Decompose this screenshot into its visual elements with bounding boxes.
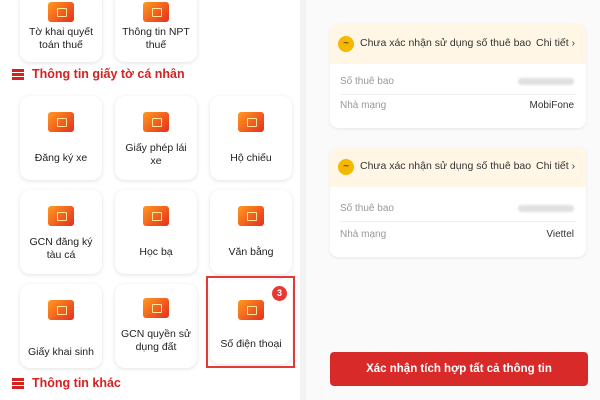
- tile-giay-khai-sinh[interactable]: Giấy khai sinh: [20, 284, 102, 368]
- tile-to-khai-quyet-toan-thue[interactable]: Tờ khai quyết toán thuế: [20, 0, 102, 62]
- tile-gcn-quyen-su-dung-dat[interactable]: GCN quyền sử dụng đất: [115, 284, 197, 368]
- tile-ho-chieu[interactable]: Hộ chiếu: [210, 96, 292, 180]
- carrier-label: Nhà mạng: [340, 229, 387, 240]
- tile-dang-ky-xe[interactable]: Đăng ký xe: [20, 96, 102, 180]
- carrier-label: Nhà mạng: [340, 100, 387, 111]
- subscriber-label: Số thuê bao: [340, 76, 394, 87]
- tile-label: Thông tin NPT thuế: [122, 26, 190, 51]
- subscriber-card-1: ~ Chưa xác nhận sử dụng số thuê bao Chi …: [330, 24, 586, 128]
- tile-label: GCN đăng ký tàu cá: [29, 236, 93, 261]
- birth-certificate-icon: [48, 300, 74, 320]
- tile-label: GCN quyền sử dụng đất: [120, 328, 192, 353]
- card-header: ~ Chưa xác nhận sử dụng số thuê bao Chi …: [330, 24, 586, 64]
- tile-label: Hộ chiếu: [230, 152, 272, 164]
- chevron-right-icon: ›: [571, 37, 576, 49]
- detail-label: Chi tiết: [536, 160, 569, 172]
- warning-icon: ~: [338, 159, 354, 175]
- status-text: Chưa xác nhận sử dụng số thuê bao: [360, 160, 532, 172]
- school-record-icon: [143, 206, 169, 226]
- section-title: Thông tin khác: [32, 376, 121, 390]
- tile-label: Giấy phép lái xe: [125, 142, 187, 167]
- tile-giay-phep-lai-xe[interactable]: Giấy phép lái xe: [115, 96, 197, 180]
- detail-link[interactable]: Chi tiết ›: [536, 160, 575, 172]
- tile-label: Học bạ: [139, 246, 173, 258]
- notification-badge: 3: [272, 286, 287, 301]
- passport-icon: [238, 112, 264, 132]
- detail-link[interactable]: Chi tiết ›: [536, 37, 575, 49]
- subscriber-number-redacted: [518, 78, 574, 85]
- warning-icon: ~: [338, 36, 354, 52]
- fishing-boat-icon: [48, 206, 74, 226]
- section-title: Thông tin giấy tờ cá nhân: [32, 67, 185, 81]
- carrier-value: Viettel: [546, 229, 574, 240]
- row-divider: [340, 94, 576, 95]
- vehicle-registration-icon: [48, 112, 74, 132]
- tile-van-bang[interactable]: Văn bằng: [210, 190, 292, 274]
- subscriber-number-redacted: [518, 205, 574, 212]
- tile-label: Tờ khai quyết toán thuế: [28, 26, 94, 51]
- tile-label: Đăng ký xe: [34, 152, 88, 164]
- tile-gcn-dang-ky-tau-ca[interactable]: GCN đăng ký tàu cá: [20, 190, 102, 274]
- dependents-icon: [143, 2, 169, 22]
- tile-label: Giấy khai sinh: [28, 346, 94, 358]
- tile-hoc-ba[interactable]: Học bạ: [115, 190, 197, 274]
- subscriber-label: Số thuê bao: [340, 203, 394, 214]
- tile-thong-tin-npt-thue[interactable]: Thông tin NPT thuế: [115, 0, 197, 62]
- subscriber-card-2: ~ Chưa xác nhận sử dụng số thuê bao Chi …: [330, 147, 586, 257]
- confirm-all-button[interactable]: Xác nhận tích hợp tất cả thông tin: [330, 352, 588, 386]
- list-icon: [12, 378, 24, 389]
- tile-label: Văn bằng: [228, 246, 274, 258]
- carrier-value: MobiFone: [529, 100, 574, 111]
- list-icon: [12, 69, 24, 80]
- land-use-icon: [143, 298, 169, 318]
- detail-label: Chi tiết: [536, 37, 569, 49]
- row-divider: [340, 221, 576, 222]
- diploma-icon: [238, 206, 264, 226]
- card-header: ~ Chưa xác nhận sử dụng số thuê bao Chi …: [330, 147, 586, 187]
- status-text: Chưa xác nhận sử dụng số thuê bao: [360, 37, 532, 49]
- chevron-right-icon: ›: [571, 160, 576, 172]
- tax-return-icon: [48, 2, 74, 22]
- driver-license-icon: [143, 112, 169, 132]
